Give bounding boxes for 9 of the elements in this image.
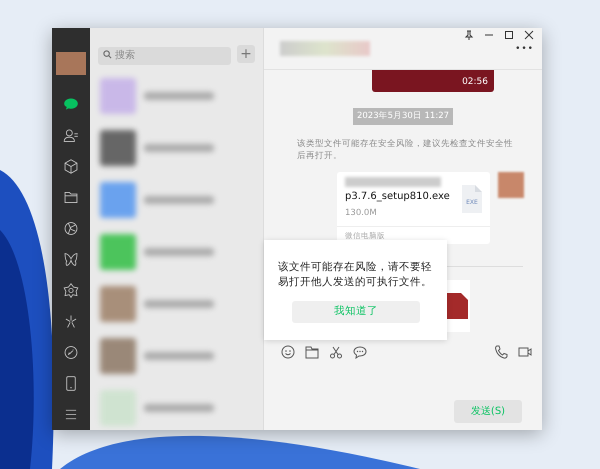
security-notice: 该类型文件可能存在安全风险，建议先检查文件安全性后再打开。 (297, 138, 514, 162)
more-button[interactable]: ••• (515, 43, 534, 56)
file-name: p3.7.6_setup810.exe (345, 190, 450, 204)
video-duration: 02:56 (462, 76, 488, 88)
search-field[interactable]: 搜索 (98, 46, 231, 64)
message-timestamp: 2023年5月30日 11:27 (352, 108, 454, 125)
file-size: 130.0M (345, 206, 378, 220)
warning-message: 该文件可能存在风险，请不要轻易打开他人发送的可执行文件。 (278, 260, 433, 290)
video-thumbnail[interactable]: 02:56 (372, 70, 494, 92)
